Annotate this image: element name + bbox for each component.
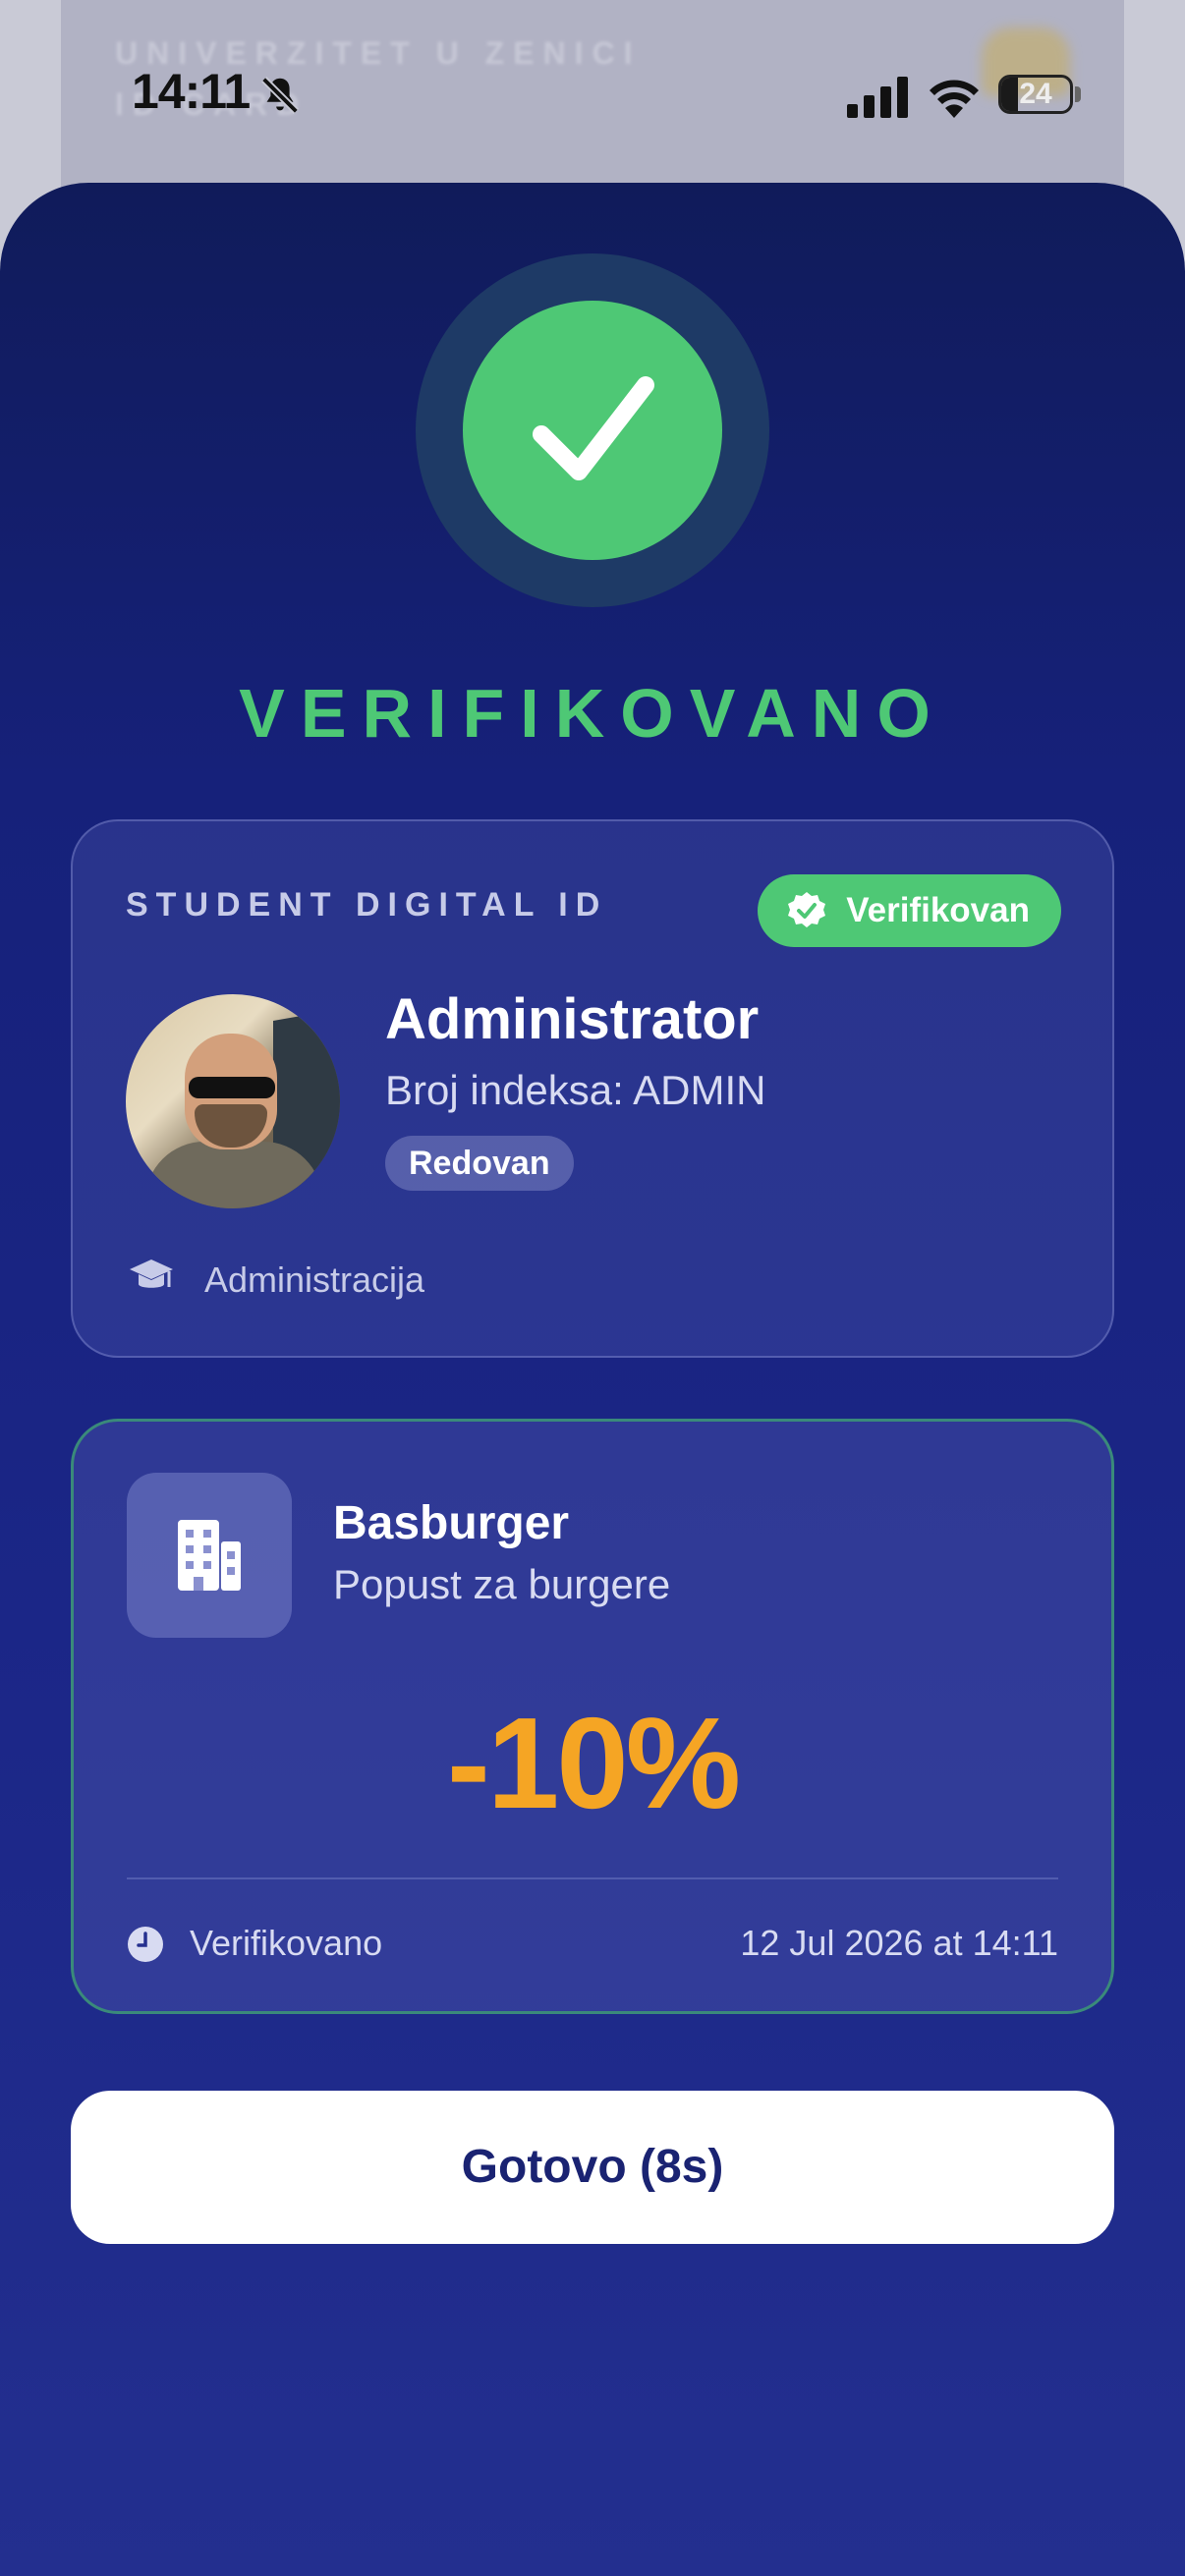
verification-timestamp: 12 Jul 2026 at 14:11: [740, 1923, 1058, 1963]
student-status-badge: Redovan: [385, 1136, 574, 1191]
student-index: Broj indeksa: ADMIN: [385, 1067, 766, 1113]
building-icon: [178, 1520, 241, 1591]
bell-off-icon: [260, 76, 300, 115]
verification-label: Verifikovano: [190, 1923, 383, 1963]
partner-description: Popust za burgere: [333, 1561, 671, 1607]
clock-icon: [128, 1927, 163, 1962]
success-indicator: [416, 253, 769, 607]
card-label: STUDENT DIGITAL ID: [126, 886, 608, 924]
graduation-cap-icon: [130, 1260, 173, 1288]
avatar: [126, 994, 340, 1208]
signal-icon: [847, 77, 908, 118]
discount-card: Basburger Popust za burgere -10% Verifik…: [71, 1419, 1114, 2014]
wifi-icon: [930, 80, 979, 118]
verification-sheet: VERIFIKOVANO STUDENT DIGITAL ID Verifiko…: [0, 183, 1185, 2576]
battery-icon: 24: [998, 75, 1073, 114]
partner-name: Basburger: [333, 1497, 570, 1549]
divider: [127, 1877, 1058, 1879]
status-time: 14:11: [132, 64, 251, 119]
student-name: Administrator: [385, 987, 760, 1051]
done-button[interactable]: Gotovo (8s): [71, 2091, 1114, 2244]
department: Administracija: [204, 1260, 425, 1300]
verified-badge-label: Verifikovan: [846, 891, 1030, 929]
battery-level: 24: [1019, 78, 1052, 110]
verification-title: VERIFIKOVANO: [239, 675, 946, 752]
verified-badge: Verifikovan: [758, 874, 1061, 947]
verified-badge-icon: [788, 892, 826, 927]
discount-value: -10%: [446, 1691, 741, 1835]
checkmark-icon: [533, 376, 654, 480]
partner-logo: [127, 1473, 292, 1638]
student-id-card: STUDENT DIGITAL ID Verifikovan Administr…: [71, 819, 1114, 1358]
status-bar: 14:11 24: [0, 0, 1185, 187]
